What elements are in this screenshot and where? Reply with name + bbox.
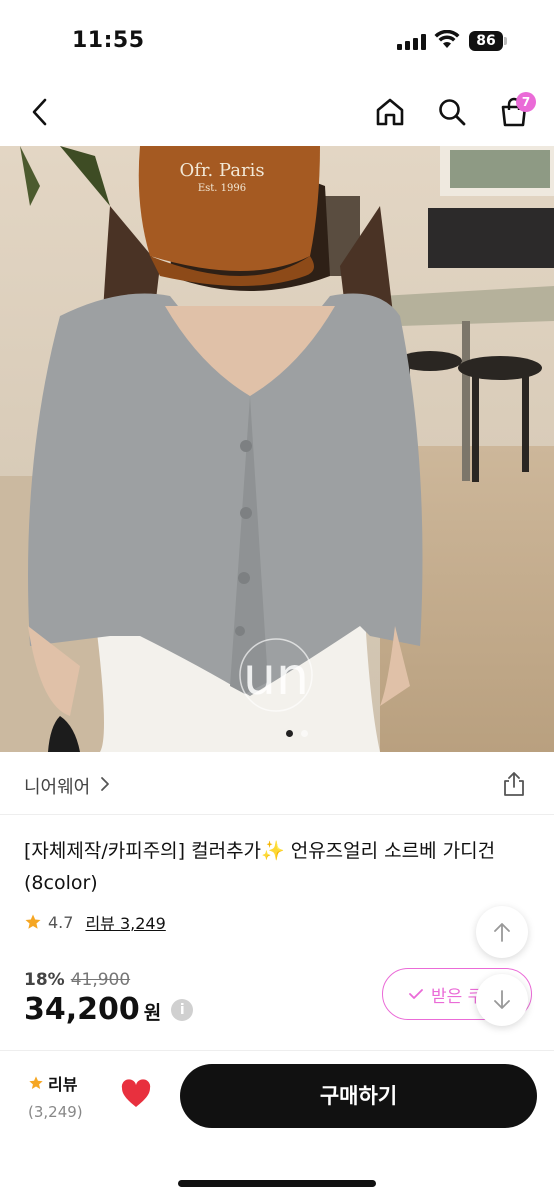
rating-value: 4.7 xyxy=(48,912,74,932)
battery-cap xyxy=(504,37,507,45)
wifi-icon xyxy=(434,30,460,48)
review-count-link[interactable]: 리뷰 3,249 xyxy=(85,910,165,934)
discount-row: 18% 41,900 xyxy=(24,970,130,990)
cap-text-line1: Ofr. Paris xyxy=(179,160,264,181)
check-icon xyxy=(409,989,423,999)
brand-row: 니어웨어 xyxy=(0,752,554,814)
share-icon[interactable] xyxy=(500,770,528,798)
discount-rate: 18% xyxy=(24,970,65,990)
chevron-left-icon xyxy=(32,98,47,126)
original-price: 41,900 xyxy=(70,970,131,990)
product-image-carousel[interactable]: Ofr. Paris Est. 1996 un xyxy=(0,146,554,752)
review-summary-label-row: 리뷰 xyxy=(28,1071,98,1095)
bottom-action-bar: 리뷰 (3,249) 구매하기 xyxy=(0,1050,554,1200)
star-icon xyxy=(29,1076,43,1089)
arrow-down-icon xyxy=(494,990,510,1009)
review-count: (3,249) xyxy=(28,1103,83,1121)
section-divider xyxy=(0,814,554,815)
product-title: [자체제작/카피주의] 컬러추가✨ 언유즈얼리 소르베 가디건 (8color) xyxy=(24,840,496,894)
top-nav-bar xyxy=(0,80,554,146)
cart-count-badge: 7 xyxy=(516,92,536,112)
cap-text-line2: Est. 1996 xyxy=(198,183,246,194)
home-icon xyxy=(376,98,404,126)
cellular-signal-icon xyxy=(397,34,427,50)
heart-icon xyxy=(121,1079,151,1107)
status-bar: 11:55 86 xyxy=(0,0,554,80)
star-icon xyxy=(25,914,41,929)
brand-link[interactable]: 니어웨어 xyxy=(24,773,90,799)
back-button[interactable] xyxy=(22,94,58,130)
carousel-dot-active xyxy=(286,730,293,737)
search-icon xyxy=(439,99,466,126)
price-row: 34,200 원 i xyxy=(24,992,194,1027)
rating-row: 4.7 리뷰 3,249 xyxy=(24,910,166,934)
home-button[interactable] xyxy=(372,94,408,130)
carousel-pagination xyxy=(286,730,308,737)
chevron-right-icon xyxy=(101,777,109,791)
home-indicator xyxy=(178,1180,376,1187)
info-icon[interactable]: i xyxy=(171,998,194,1021)
battery-indicator: 86 xyxy=(469,31,503,51)
arrow-up-icon xyxy=(494,923,510,942)
scroll-up-button[interactable] xyxy=(476,906,528,958)
product-photo: Ofr. Paris Est. 1996 un xyxy=(0,146,554,752)
review-summary[interactable]: 리뷰 (3,249) xyxy=(28,1071,98,1121)
like-button[interactable] xyxy=(120,1079,156,1115)
search-button[interactable] xyxy=(434,94,470,130)
status-time: 11:55 xyxy=(72,28,145,53)
carousel-dot xyxy=(301,730,308,737)
review-label: 리뷰 xyxy=(48,1075,78,1094)
buy-button[interactable]: 구매하기 xyxy=(180,1064,537,1128)
watermark-logo: un xyxy=(243,647,309,707)
scroll-down-button[interactable] xyxy=(476,974,528,1026)
price-unit: 원 xyxy=(143,1002,162,1024)
sale-price: 34,200 xyxy=(24,992,140,1027)
